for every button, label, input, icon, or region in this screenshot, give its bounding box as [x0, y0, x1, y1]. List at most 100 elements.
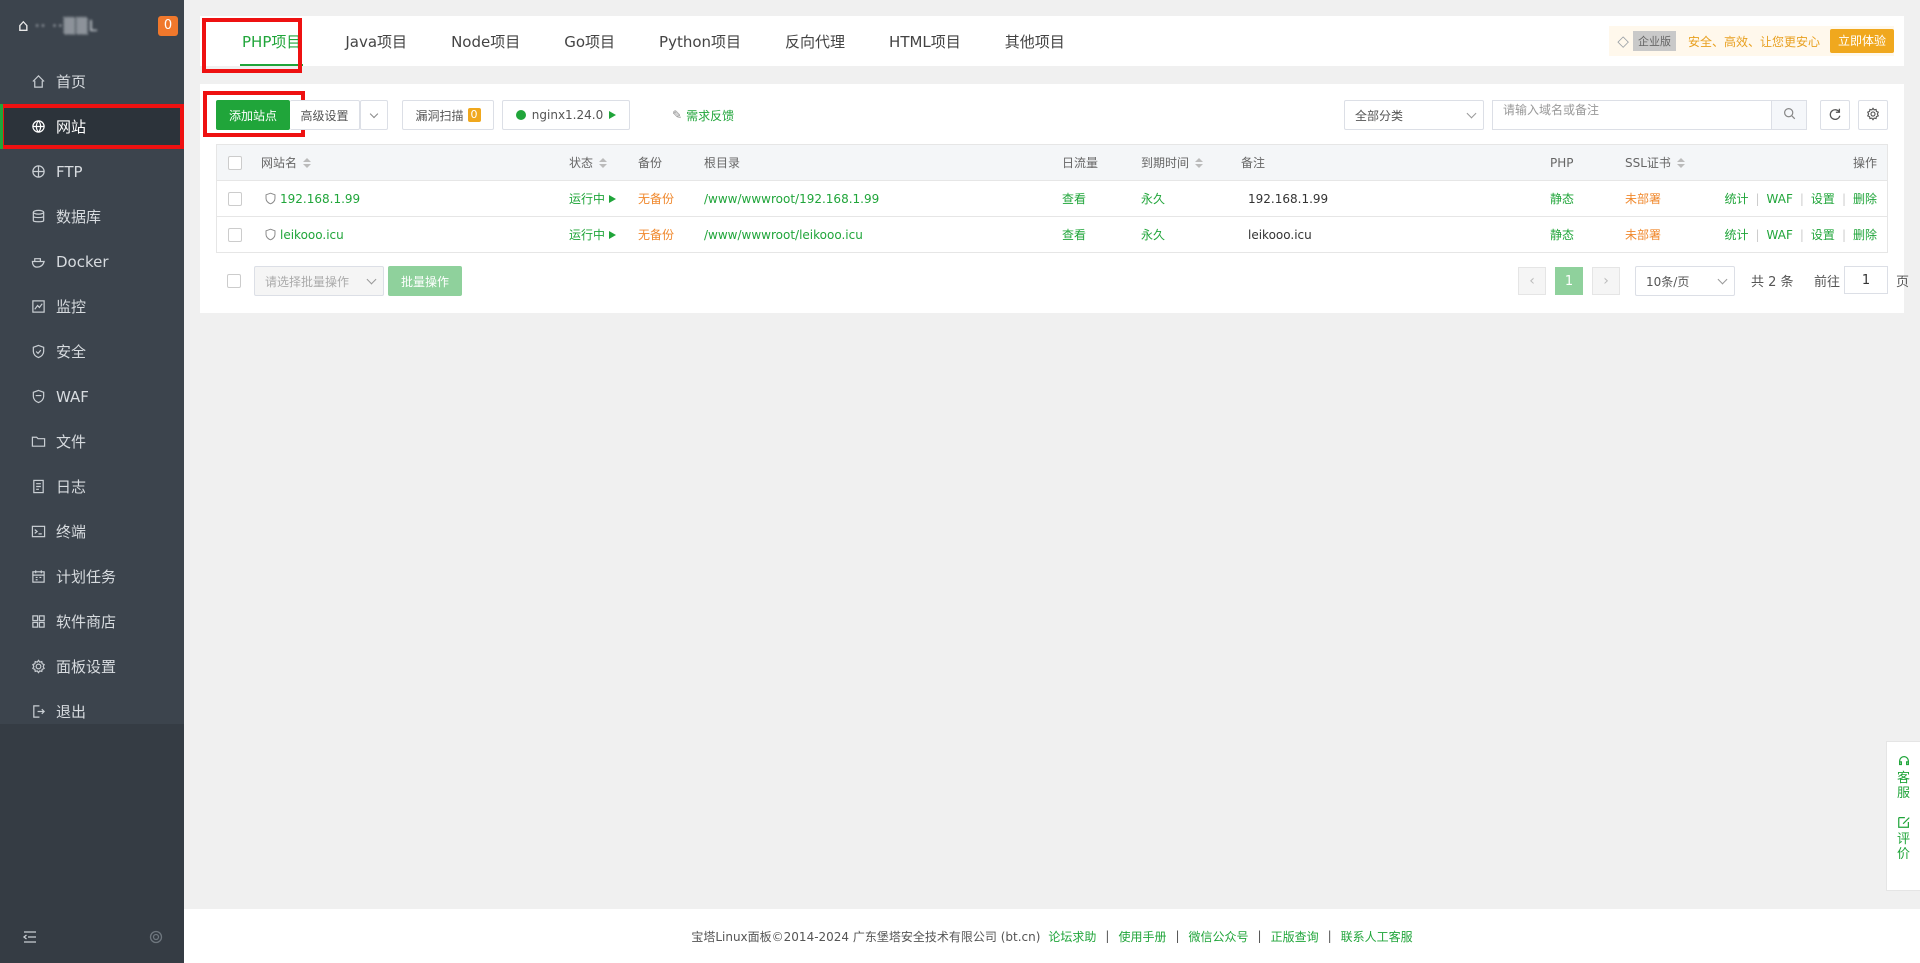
- goto-page-input[interactable]: 1: [1844, 266, 1888, 294]
- page-size-select[interactable]: 10条/页: [1635, 266, 1735, 296]
- batch-select-all-checkbox[interactable]: [227, 274, 241, 288]
- vuln-scan-button[interactable]: 漏洞扫描 0: [402, 100, 494, 130]
- select-all-checkbox[interactable]: [228, 145, 242, 180]
- main-area: PHP项目 Java项目 Node项目 Go项目 Python项目 反向代理 H…: [184, 0, 1920, 963]
- row-checkbox[interactable]: [228, 217, 242, 252]
- settings-icon[interactable]: [148, 929, 164, 948]
- footer-link-support[interactable]: 联系人工客服: [1341, 928, 1413, 945]
- feedback-link[interactable]: ✎ 需求反馈: [672, 100, 734, 130]
- sidebar-item-waf[interactable]: WAF: [0, 374, 184, 419]
- status-running-toggle[interactable]: 运行中: [569, 217, 617, 252]
- sidebar-item-label: 软件商店: [56, 613, 117, 631]
- diamond-icon: ◇: [1617, 32, 1629, 50]
- batch-action-select[interactable]: 请选择批量操作: [254, 266, 384, 296]
- row-checkbox[interactable]: [228, 181, 242, 216]
- sidebar-item-database[interactable]: 数据库: [0, 194, 184, 239]
- note-field[interactable]: 192.168.1.99: [1248, 181, 1328, 216]
- ssl-link[interactable]: 未部署: [1625, 181, 1661, 216]
- customer-service-button[interactable]: 客 服: [1897, 754, 1911, 801]
- search-icon: [1783, 107, 1796, 123]
- sidebar-item-label: 退出: [56, 703, 87, 721]
- calendar-icon: [30, 569, 46, 585]
- delete-link[interactable]: 删除: [1853, 190, 1877, 207]
- vuln-scan-label: 漏洞扫描: [415, 108, 464, 123]
- waf-shield-icon: [265, 228, 276, 241]
- footer-link-forum[interactable]: 论坛求助: [1048, 928, 1096, 945]
- delete-link[interactable]: 删除: [1853, 226, 1877, 243]
- review-button[interactable]: 评 价: [1897, 815, 1911, 862]
- stats-link[interactable]: 统计: [1724, 190, 1748, 207]
- tab-python[interactable]: Python项目: [637, 16, 763, 66]
- sidebar-item-settings[interactable]: 面板设置: [0, 644, 184, 689]
- sidebar-item-website[interactable]: 网站: [0, 104, 184, 149]
- search-button[interactable]: [1771, 100, 1807, 130]
- prev-page-button[interactable]: ‹: [1518, 267, 1546, 295]
- floating-service-panel: 客 服 评 价: [1886, 741, 1920, 891]
- sidebar-item-home[interactable]: 首页: [0, 59, 184, 104]
- stats-link[interactable]: 统计: [1724, 226, 1748, 243]
- tab-other[interactable]: 其他项目: [983, 16, 1087, 66]
- status-running-toggle[interactable]: 运行中: [569, 181, 617, 216]
- site-name-link[interactable]: leikooo.icu: [264, 217, 344, 252]
- tab-go[interactable]: Go项目: [542, 16, 637, 66]
- advanced-settings-button[interactable]: 高级设置: [290, 100, 360, 130]
- header-ssl[interactable]: SSL证书: [1625, 145, 1685, 180]
- settings-link[interactable]: 设置: [1811, 190, 1835, 207]
- settings-link[interactable]: 设置: [1811, 226, 1835, 243]
- header-name[interactable]: 网站名: [261, 145, 312, 180]
- nginx-service-button[interactable]: nginx1.24.0: [502, 100, 630, 130]
- waf-link[interactable]: WAF: [1767, 228, 1793, 242]
- search-input[interactable]: 请输入域名或备注: [1492, 100, 1772, 130]
- traffic-view-link[interactable]: 查看: [1062, 181, 1086, 216]
- traffic-view-link[interactable]: 查看: [1062, 217, 1086, 252]
- header-ops: 操作: [1852, 156, 1877, 170]
- expire-link[interactable]: 永久: [1141, 181, 1165, 216]
- root-dir-link[interactable]: /www/wwwroot/192.168.1.99: [704, 181, 879, 216]
- footer-link-license[interactable]: 正版查询: [1271, 928, 1319, 945]
- try-now-button[interactable]: 立即体验: [1829, 29, 1894, 53]
- footer-link-wechat[interactable]: 微信公众号: [1189, 928, 1249, 945]
- advanced-dropdown-button[interactable]: [360, 100, 388, 130]
- refresh-button[interactable]: [1820, 100, 1850, 130]
- sidebar-item-ftp[interactable]: FTP: [0, 149, 184, 194]
- sidebar-item-docker[interactable]: Docker: [0, 239, 184, 284]
- backup-link[interactable]: 无备份: [638, 217, 674, 252]
- category-select[interactable]: 全部分类: [1344, 100, 1484, 130]
- sidebar-item-security[interactable]: 安全: [0, 329, 184, 374]
- table-settings-button[interactable]: [1858, 100, 1888, 130]
- backup-link[interactable]: 无备份: [638, 181, 674, 216]
- batch-action-button[interactable]: 批量操作: [388, 266, 462, 296]
- notification-badge[interactable]: 0: [158, 16, 178, 36]
- sidebar-item-files[interactable]: 文件: [0, 419, 184, 464]
- chevron-down-icon: [366, 274, 377, 285]
- header-expire[interactable]: 到期时间: [1141, 145, 1204, 180]
- tab-node[interactable]: Node项目: [429, 16, 542, 66]
- header-status[interactable]: 状态: [569, 145, 608, 180]
- site-name-link[interactable]: 192.168.1.99: [264, 181, 360, 216]
- php-version-link[interactable]: 静态: [1550, 181, 1574, 216]
- sidebar-item-label: Docker: [56, 252, 109, 271]
- sidebar-item-logs[interactable]: 日志: [0, 464, 184, 509]
- expire-link[interactable]: 永久: [1141, 217, 1165, 252]
- php-version-link[interactable]: 静态: [1550, 217, 1574, 252]
- ssl-link[interactable]: 未部署: [1625, 217, 1661, 252]
- sidebar-item-label: 数据库: [56, 208, 102, 226]
- database-icon: [30, 209, 46, 225]
- waf-link[interactable]: WAF: [1767, 192, 1793, 206]
- sidebar-item-store[interactable]: 软件商店: [0, 599, 184, 644]
- note-field[interactable]: leikooo.icu: [1248, 217, 1312, 252]
- sidebar-item-label: 终端: [56, 523, 87, 541]
- sidebar-item-monitor[interactable]: 监控: [0, 284, 184, 329]
- gear-icon: [30, 659, 46, 675]
- collapse-menu-icon[interactable]: [22, 929, 38, 948]
- root-dir-link[interactable]: /www/wwwroot/leikooo.icu: [704, 217, 863, 252]
- page-number-current[interactable]: 1: [1555, 267, 1583, 295]
- tab-html[interactable]: HTML项目: [867, 16, 983, 66]
- next-page-button[interactable]: ›: [1592, 267, 1620, 295]
- sidebar-item-terminal[interactable]: 终端: [0, 509, 184, 554]
- footer-link-manual[interactable]: 使用手册: [1118, 928, 1166, 945]
- tab-java[interactable]: Java项目: [323, 16, 429, 66]
- tab-reverse-proxy[interactable]: 反向代理: [763, 16, 867, 66]
- sidebar-item-cron[interactable]: 计划任务: [0, 554, 184, 599]
- edit-icon: [1897, 817, 1910, 828]
